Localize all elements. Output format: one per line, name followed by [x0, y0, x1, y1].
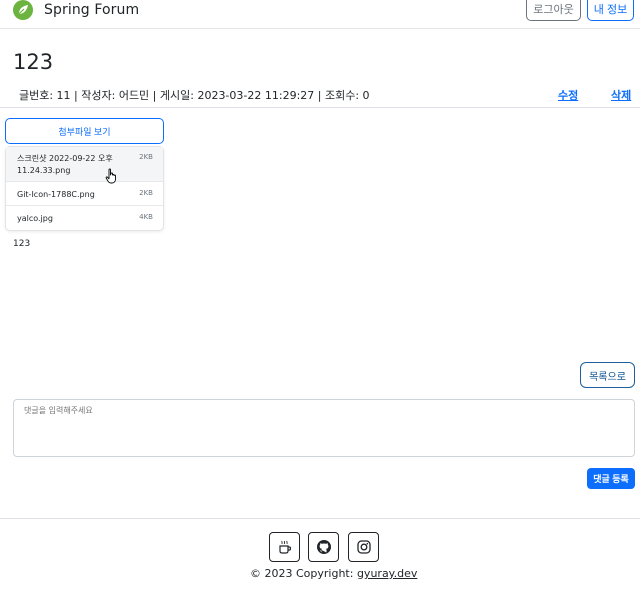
- attachment-size: 4KB: [139, 213, 153, 221]
- attachment-size: 2KB: [139, 153, 153, 161]
- navbar: Spring Forum 로그아웃 내 정보: [0, 0, 640, 29]
- copyright-link[interactable]: gyuray.dev: [357, 567, 417, 580]
- post-meta: 글번호: 11 | 작성자: 어드민 | 게시일: 2023-03-22 11:…: [19, 89, 370, 102]
- attachment-size: 2KB: [139, 189, 153, 197]
- hand-cursor-icon: [105, 168, 116, 184]
- back-to-list-button[interactable]: 목록으로: [580, 362, 635, 388]
- instagram-icon[interactable]: [348, 532, 379, 562]
- attachment-item[interactable]: Git-Icon-1788C.png 2KB: [6, 182, 163, 206]
- brand-name: Spring Forum: [44, 2, 140, 18]
- brand[interactable]: Spring Forum: [13, 0, 139, 20]
- footer-divider: [0, 518, 640, 519]
- coffee-icon[interactable]: [269, 532, 300, 562]
- post-title: 123: [13, 50, 54, 74]
- attachment-item[interactable]: 스크린샷 2022-09-22 오후 11.24.33.png 2KB: [6, 147, 163, 182]
- attachment-name: Git-Icon-1788C.png: [17, 190, 95, 199]
- attachments-toggle-button[interactable]: 첨부파일 보기: [5, 118, 164, 144]
- comment-input[interactable]: [13, 399, 635, 457]
- github-icon[interactable]: [308, 532, 339, 562]
- edit-link[interactable]: 수정: [558, 87, 578, 103]
- header-divider: [0, 107, 640, 108]
- attachment-name: yalco.jpg: [17, 214, 53, 223]
- spring-leaf-icon: [13, 0, 33, 20]
- comment-submit-button[interactable]: 댓글 등록: [587, 468, 635, 489]
- copyright: © 2023 Copyright: gyuray.dev: [250, 567, 417, 580]
- copyright-prefix: © 2023 Copyright:: [250, 567, 354, 580]
- delete-link[interactable]: 삭제: [611, 87, 631, 103]
- post-body: 123: [13, 239, 31, 249]
- attachment-item[interactable]: yalco.jpg 4KB: [6, 206, 163, 230]
- logout-button[interactable]: 로그아웃: [526, 0, 581, 21]
- my-info-button[interactable]: 내 정보: [587, 0, 634, 21]
- attachment-list: 스크린샷 2022-09-22 오후 11.24.33.png 2KB Git-…: [5, 146, 164, 231]
